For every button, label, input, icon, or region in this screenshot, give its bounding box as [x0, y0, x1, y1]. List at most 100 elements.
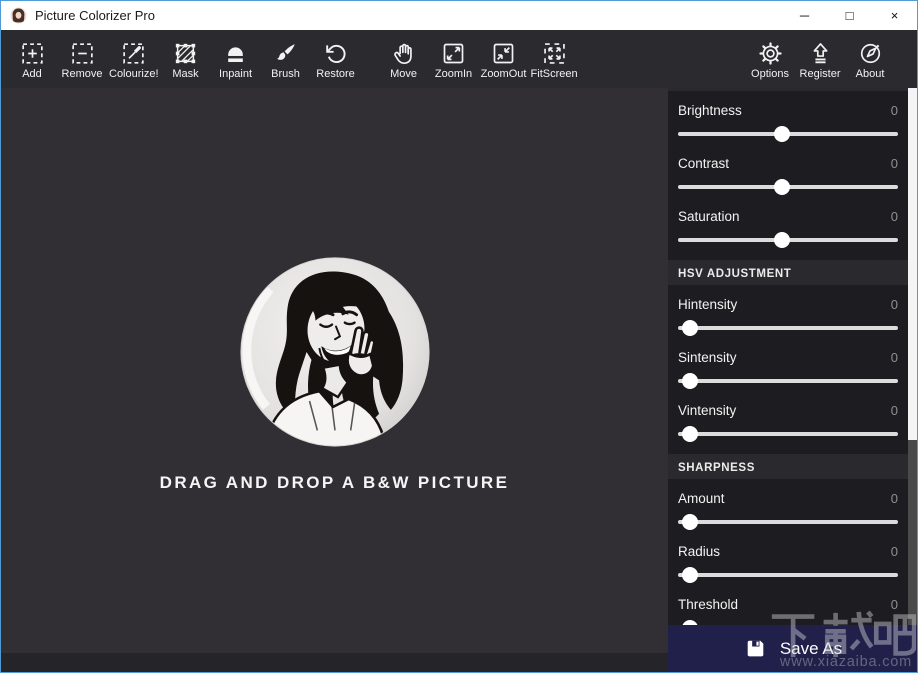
slider-thumb[interactable]: [682, 567, 698, 583]
slider-value: 0: [891, 207, 898, 226]
panel-scrollbar[interactable]: [908, 88, 917, 672]
tool-mask-button[interactable]: Mask: [161, 38, 211, 80]
drop-zone[interactable]: DRAG AND DROP A B&W PICTURE: [160, 254, 510, 493]
slider-track[interactable]: [678, 326, 898, 330]
adjustment-panel: Brightness 0 Contrast 0 Saturation 0 HSV ADJUS…: [668, 88, 917, 672]
slider-group: Brightness 0 Contrast 0 Saturation 0: [668, 91, 908, 260]
sintensity-slider[interactable]: [678, 370, 898, 392]
tool-label: Mask: [172, 68, 198, 80]
colourize-icon: [120, 40, 147, 67]
tool-inpaint-button[interactable]: Inpaint: [211, 38, 261, 80]
slider-thumb[interactable]: [774, 232, 790, 248]
tool-label: Options: [751, 68, 789, 80]
slider-thumb[interactable]: [682, 514, 698, 530]
slider-value: 0: [891, 101, 898, 120]
amount-slider[interactable]: [678, 511, 898, 533]
tool-label: Move: [390, 68, 417, 80]
about-icon: [857, 40, 884, 67]
toolbar-right-group: Options Register About: [745, 38, 895, 80]
fitscreen-icon: [541, 40, 568, 67]
tool-label: Restore: [316, 68, 355, 80]
tool-label: Add: [22, 68, 42, 80]
tool-add-button[interactable]: Add: [7, 38, 57, 80]
restore-icon: [322, 40, 349, 67]
maximize-button[interactable]: □: [827, 1, 872, 30]
slider-label: Sintensity: [678, 348, 737, 367]
tool-about-button[interactable]: About: [845, 38, 895, 80]
slider-track[interactable]: [678, 573, 898, 577]
slider-thumb[interactable]: [682, 320, 698, 336]
slider-label: Contrast: [678, 154, 729, 173]
titlebar[interactable]: Picture Colorizer Pro ─□×: [1, 1, 917, 30]
tool-label: Register: [800, 68, 841, 80]
tool-options-button[interactable]: Options: [745, 38, 795, 80]
panel-content: Brightness 0 Contrast 0 Saturation 0 HSV ADJUS…: [668, 88, 908, 672]
tool-label: About: [856, 68, 885, 80]
slider-track[interactable]: [678, 520, 898, 524]
slider-value: 0: [891, 595, 898, 614]
save-as-button[interactable]: Save As: [668, 625, 917, 672]
slider-label: Brightness: [678, 101, 742, 120]
saturation-slider[interactable]: [678, 229, 898, 251]
tool-label: Brush: [271, 68, 300, 80]
slider-label: Hintensity: [678, 295, 737, 314]
options-icon: [757, 40, 784, 67]
toolbar-left-group: Add RemoveColourize! Mask Inpaint Brush Resto…: [7, 38, 580, 80]
slider-thumb[interactable]: [682, 373, 698, 389]
minimize-button[interactable]: ─: [782, 1, 827, 30]
window-title: Picture Colorizer Pro: [35, 8, 155, 23]
contrast-slider[interactable]: [678, 176, 898, 198]
slider-row-contrast: Contrast 0: [678, 148, 898, 198]
section-header: HSV ADJUSTMENT: [668, 260, 908, 285]
slider-thumb[interactable]: [774, 126, 790, 142]
scrollbar-thumb[interactable]: [908, 88, 917, 440]
slider-thumb[interactable]: [774, 179, 790, 195]
tool-fitscreen-button[interactable]: FitScreen: [529, 38, 580, 80]
tool-restore-button[interactable]: Restore: [311, 38, 361, 80]
tool-label: Colourize!: [109, 68, 159, 80]
toolbar: Add RemoveColourize! Mask Inpaint Brush Resto…: [1, 30, 917, 88]
hintensity-slider[interactable]: [678, 317, 898, 339]
brush-icon: [272, 40, 299, 67]
main-area: DRAG AND DROP A B&W PICTURE Brightness0C…: [1, 88, 917, 672]
close-button[interactable]: ×: [872, 1, 917, 30]
slider-track[interactable]: [678, 432, 898, 436]
slider-group: Hintensity0Sintensity0Vintensity0: [668, 285, 908, 454]
slider-value: 0: [891, 401, 898, 420]
tool-move-button[interactable]: Move: [379, 38, 429, 80]
mask-icon: [172, 40, 199, 67]
save-icon: [743, 636, 768, 661]
slider-label: Vintensity: [678, 401, 736, 420]
canvas-area[interactable]: DRAG AND DROP A B&W PICTURE: [1, 88, 668, 672]
slider-label: Saturation: [678, 207, 740, 226]
save-as-label: Save As: [780, 639, 842, 659]
status-strip: [1, 653, 668, 672]
app-icon: [10, 7, 27, 24]
tool-label: Inpaint: [219, 68, 252, 80]
slider-value: 0: [891, 489, 898, 508]
slider-value: 0: [891, 542, 898, 561]
tool-zoomin-button[interactable]: ZoomIn: [429, 38, 479, 80]
slider-thumb[interactable]: [682, 426, 698, 442]
slider-row-brightness: Brightness 0: [678, 95, 898, 145]
slider-track[interactable]: [678, 379, 898, 383]
vintensity-slider[interactable]: [678, 423, 898, 445]
slider-row-hintensity: Hintensity0: [678, 289, 898, 339]
radius-slider[interactable]: [678, 564, 898, 586]
tool-label: ZoomIn: [435, 68, 472, 80]
drop-caption: DRAG AND DROP A B&W PICTURE: [160, 473, 510, 493]
slider-row-saturation: Saturation 0: [678, 201, 898, 251]
tool-brush-button[interactable]: Brush: [261, 38, 311, 80]
tool-colourize-button[interactable]: Colourize!: [107, 38, 161, 80]
window-controls: ─□×: [782, 1, 917, 30]
tool-label: ZoomOut: [481, 68, 527, 80]
tool-remove-button[interactable]: Remove: [57, 38, 107, 80]
slider-value: 0: [891, 154, 898, 173]
slider-label: Radius: [678, 542, 720, 561]
add-icon: [19, 40, 46, 67]
tool-zoomout-button[interactable]: ZoomOut: [479, 38, 529, 80]
brightness-slider[interactable]: [678, 123, 898, 145]
remove-icon: [69, 40, 96, 67]
inpaint-icon: [222, 40, 249, 67]
tool-register-button[interactable]: Register: [795, 38, 845, 80]
